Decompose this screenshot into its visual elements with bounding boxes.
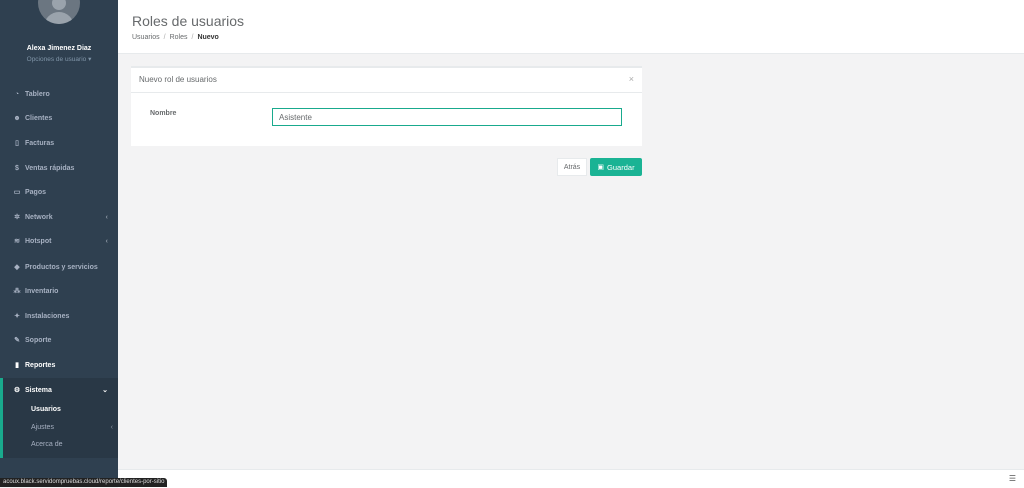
money-icon: ▭ (13, 189, 21, 196)
sidebar-subitem-ajustes[interactable]: Ajustes (31, 424, 54, 431)
sidebar-subitem-usuarios[interactable]: Usuarios (31, 406, 61, 413)
sidebar-sistema-group: ⚙ Sistema ⌄ Usuarios Ajustes ‹ Acerca de (0, 378, 118, 458)
sidebar-item-label: Clientes (25, 114, 53, 122)
caret-down-icon: ▾ (88, 56, 92, 63)
page-header: Roles de usuarios Usuarios / Roles / Nuevo (118, 0, 1024, 54)
sidebar-item-label: Hotspot (25, 237, 52, 245)
sidebar-item-inventario[interactable]: ⁂ Inventario (0, 281, 118, 301)
file-icon: ▯ (15, 140, 19, 147)
nombre-input[interactable] (272, 108, 622, 126)
tools-icon: ✦ (14, 313, 20, 320)
sidebar-item-label: Network (25, 213, 53, 221)
sidebar-item-label: Soporte (25, 336, 52, 344)
sidebar-item-label: Reportes (25, 361, 56, 369)
sidebar-item-label: Sistema (25, 386, 52, 394)
users-icon: ☻ (13, 114, 21, 122)
dashboard-icon: ◔ (14, 90, 20, 98)
breadcrumb: Usuarios / Roles / Nuevo (132, 34, 219, 41)
user-options-label: Opciones de usuario (26, 56, 87, 63)
sidebar-item-ventas-rapidas[interactable]: $ Ventas rápidas (0, 158, 118, 178)
sidebar-item-hotspot[interactable]: ≋ Hotspot ‹ (0, 231, 118, 251)
tag-icon: ◆ (14, 264, 20, 271)
chevron-down-icon: ⌄ (102, 387, 108, 394)
status-bar-url: acoux.black.servidompruebas.cloud/report… (0, 478, 168, 487)
sidebar-item-clientes[interactable]: ☻ Clientes (0, 108, 118, 128)
chevron-left-icon: ‹ (105, 213, 108, 221)
sidebar-item-label: Ventas rápidas (25, 164, 75, 172)
breadcrumb-current: Nuevo (197, 34, 219, 41)
sidebar-item-productos-servicios[interactable]: ◆ Productos y servicios (0, 257, 118, 277)
avatar[interactable] (38, 0, 80, 24)
wifi-icon: ≋ (14, 238, 20, 245)
book-icon: ▮ (15, 362, 19, 369)
sidebar-item-label: Productos y servicios (25, 263, 98, 271)
network-icon: ✲ (14, 214, 20, 221)
sidebar-subitem-acerca-de[interactable]: Acerca de (31, 441, 63, 448)
sidebar-item-reportes[interactable]: ▮ Reportes (0, 355, 118, 375)
chat-icon[interactable]: ☰ (1009, 474, 1016, 483)
chevron-left-icon: ‹ (105, 237, 108, 245)
back-button[interactable]: Atrás (557, 158, 587, 176)
sidebar: Alexa Jimenez Diaz Opciones de usuario ▾… (0, 0, 118, 487)
breadcrumb-roles[interactable]: Roles (170, 34, 188, 41)
footer (118, 469, 1024, 488)
floppy-disk-icon: ▣ (597, 164, 605, 171)
chevron-left-icon: ‹ (110, 424, 113, 431)
user-name: Alexa Jimenez Diaz (26, 45, 92, 52)
wrench-icon: ✎ (14, 337, 20, 344)
breadcrumb-usuarios[interactable]: Usuarios (132, 34, 160, 41)
sidebar-item-label: Facturas (25, 139, 55, 147)
new-role-panel: Nuevo rol de usuarios × Nombre (131, 66, 642, 146)
sidebar-item-pagos[interactable]: ▭ Pagos (0, 182, 118, 202)
sidebar-subitem-label: Ajustes (31, 424, 54, 431)
user-options-dropdown[interactable]: Opciones de usuario ▾ (0, 55, 118, 63)
page-title: Roles de usuarios (132, 13, 245, 29)
panel-title: Nuevo rol de usuarios (139, 75, 217, 84)
cubes-icon: ⁂ (13, 288, 21, 295)
sidebar-item-soporte[interactable]: ✎ Soporte (0, 330, 118, 350)
user-profile: Alexa Jimenez Diaz Opciones de usuario ▾ (0, 0, 118, 80)
cogs-icon: ⚙ (13, 387, 21, 394)
sidebar-item-facturas[interactable]: ▯ Facturas (0, 133, 118, 153)
save-button[interactable]: ▣ Guardar (590, 158, 642, 176)
sidebar-item-label: Inventario (25, 287, 59, 295)
sidebar-item-network[interactable]: ✲ Network ‹ (0, 207, 118, 227)
sidebar-item-sistema[interactable]: ⚙ Sistema ⌄ (0, 380, 118, 400)
sidebar-item-label: Instalaciones (25, 312, 70, 320)
close-icon[interactable]: × (629, 74, 634, 84)
save-button-label: Guardar (607, 162, 635, 172)
sidebar-item-instalaciones[interactable]: ✦ Instalaciones (0, 306, 118, 326)
sidebar-item-label: Pagos (25, 188, 47, 196)
nombre-label: Nombre (150, 110, 177, 117)
dollar-icon: $ (15, 164, 19, 172)
sidebar-item-tablero[interactable]: ◔ Tablero (0, 84, 118, 104)
sidebar-item-label: Tablero (25, 90, 50, 98)
divider (131, 92, 642, 93)
